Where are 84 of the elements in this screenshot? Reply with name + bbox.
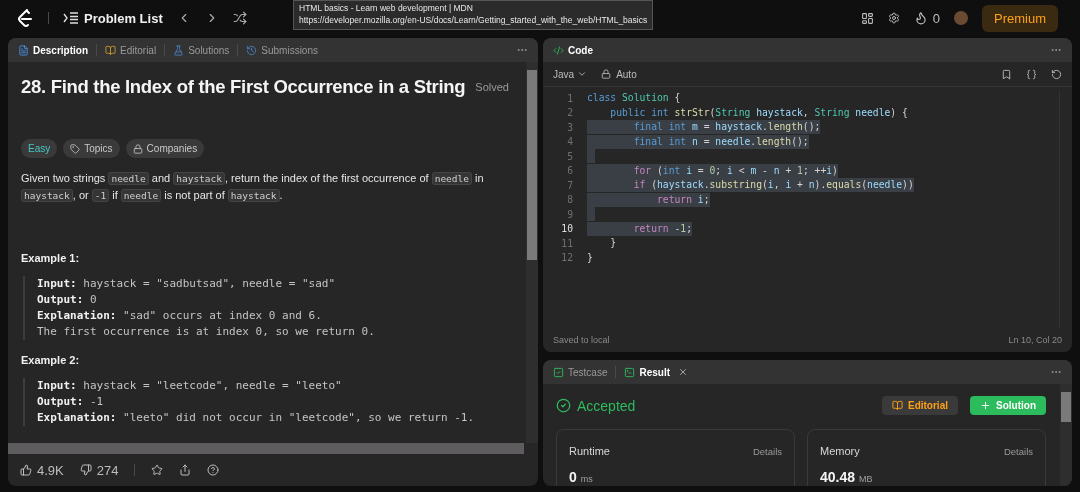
history-icon [246,44,258,56]
code-line: } [609,236,617,251]
thumbs-up-icon [20,464,32,476]
bookmark-icon[interactable] [1001,68,1012,80]
example-block: Input: haystack = "sadbutsad", needle = "sad" Output: 0 Explanation: "sad" occurs at index 0 and 6. The first occurrence is at index 0, so we return 0. [23,276,514,340]
language-select[interactable]: Java [553,68,588,80]
line-number: 1 [566,92,574,104]
code-icon [553,44,564,56]
line-number: 7 [566,179,574,191]
check-circle-icon [556,398,571,413]
difficulty-tag[interactable]: Easy [21,139,58,158]
code-tab[interactable]: Code [553,44,593,56]
lock-icon [132,143,143,154]
panel-tab[interactable]: Testcase [553,366,608,378]
checkbox-icon [553,366,564,378]
plus-icon [980,400,991,411]
braces-icon[interactable] [1026,68,1037,80]
premium-button[interactable]: Premium [982,4,1058,32]
tag-chip[interactable]: Companies [125,139,205,158]
details-link[interactable]: Details [1003,445,1033,457]
example-heading: Example 1: [21,252,81,264]
example-heading: Example 2: [21,354,81,366]
details-link[interactable]: Details [752,445,782,457]
line-number: 9 [566,208,574,220]
stat-value: 40.48 [820,469,856,485]
list-icon [63,12,79,24]
shuffle-icon[interactable] [232,11,247,25]
problem-statement: Given two strings needle and haystack , return the index of the first occurrence of needle in haystack , or -1 if needle is not part of haystack . [21,171,485,204]
layout-icon[interactable] [860,11,874,25]
line-number: 6 [566,165,574,177]
tooltip-url: https://developer.mozilla.org/en-US/docs/Learn/Getting_started_with_the_web/HTML_basics [299,14,648,26]
settings-icon[interactable] [887,12,900,24]
stat-label: Memory [820,445,860,457]
lock-icon [601,69,612,79]
avatar[interactable] [954,11,968,25]
like-button[interactable]: 4.9K [20,462,64,478]
star-icon[interactable] [151,464,164,476]
panel-tab[interactable]: Description [18,44,88,56]
problem-title: 28. Find the Index of the First Occurrence in a String [21,76,466,98]
logo-icon[interactable] [16,8,34,28]
line-number: 12 [560,252,574,264]
terminal-icon [624,366,636,378]
line-number: 10 [560,223,574,235]
example-block: Input: haystack = "leetcode", needle = "leeto" Output: -1 Explanation: "leeto" did not occur in "leetcode", so we return -1. [23,378,514,426]
code-line: } [587,250,594,265]
streak-button[interactable]: 0 [913,10,940,26]
dislike-button[interactable]: 274 [79,462,119,478]
reset-icon[interactable] [1051,68,1062,80]
solved-status: Solved [475,81,509,93]
code-line: class Solution { [587,91,681,106]
thumbs-down-icon [79,464,92,476]
stat-unit: MB [859,474,873,484]
chevron-down-icon [577,69,588,79]
panel-tab[interactable]: Result [624,366,671,378]
problem-list-button[interactable]: Problem List [63,10,163,26]
verdict-text: Accepted [577,397,636,414]
editorial-button[interactable]: Editorial [882,396,958,415]
auto-mode-button[interactable]: Auto [601,68,637,80]
tag-icon [70,143,81,154]
tooltip-title: HTML basics - Learn web development | MDN [299,2,474,14]
book-icon [105,44,116,56]
panel-tab[interactable]: Submissions [246,44,318,56]
flask-icon [173,44,185,56]
tag-chip[interactable]: Topics [63,139,120,158]
flame-icon [913,11,928,25]
line-number: 8 [566,194,574,206]
save-status: Saved to local [553,335,610,345]
code-line: public int strStr(String haystack, String needle) { [609,105,908,120]
line-number: 2 [566,107,574,119]
close-icon[interactable] [678,367,689,377]
line-number: 5 [566,150,574,162]
stat-value: 0 [569,469,577,485]
stat-label: Runtime [569,445,610,457]
book-icon [892,400,903,411]
help-icon[interactable] [207,464,220,476]
line-number: 11 [560,237,574,249]
stat-unit: ms [580,474,593,484]
panel-tab[interactable]: Solutions [173,44,230,56]
document-icon [18,44,29,56]
share-icon[interactable] [179,464,192,476]
cursor-position: Ln 10, Col 20 [1008,335,1062,345]
line-number: 4 [566,136,574,148]
panel-tab[interactable]: Editorial [105,44,157,56]
line-number: 3 [566,121,574,133]
